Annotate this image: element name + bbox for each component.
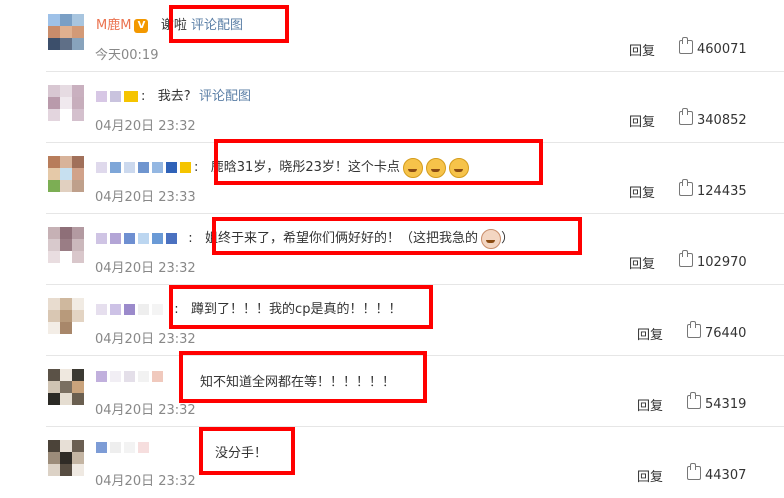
highlight-box <box>199 427 295 475</box>
thumbs-up-icon <box>679 179 693 196</box>
reply-button[interactable]: 回复 <box>637 395 663 414</box>
username-pixelated[interactable] <box>96 369 166 384</box>
thumbs-up-icon <box>687 463 701 480</box>
comment-line: : 我去? 评论配图 <box>96 85 251 104</box>
timestamp: 04月20日 23:32 <box>95 119 196 134</box>
comment-text: 我去? <box>157 89 191 104</box>
reply-button[interactable]: 回复 <box>629 111 655 130</box>
timestamp: 04月20日 23:32 <box>95 261 196 276</box>
avatar[interactable] <box>48 440 84 476</box>
reply-button[interactable]: 回复 <box>629 40 655 59</box>
like-button[interactable]: 54319 <box>687 392 747 412</box>
comment-line <box>96 369 166 384</box>
like-count: 460071 <box>697 42 747 57</box>
like-count: 76440 <box>705 326 747 341</box>
like-count: 124435 <box>697 184 747 199</box>
verified-badge-icon: V <box>134 18 149 33</box>
username-pixelated[interactable] <box>96 440 152 455</box>
reply-button[interactable]: 回复 <box>629 182 655 201</box>
avatar[interactable] <box>48 227 84 263</box>
username-pixelated[interactable] <box>96 160 194 175</box>
username-pixelated[interactable] <box>96 302 166 317</box>
thumbs-up-icon <box>679 37 693 54</box>
highlight-box <box>212 217 582 255</box>
highlight-box <box>169 285 433 329</box>
like-button[interactable]: 102970 <box>679 250 747 270</box>
thumbs-up-icon <box>687 392 701 409</box>
like-button[interactable]: 340852 <box>679 108 747 128</box>
highlight-box <box>179 351 427 403</box>
avatar[interactable] <box>48 156 84 192</box>
reply-button[interactable]: 回复 <box>637 466 663 485</box>
like-button[interactable]: 124435 <box>679 179 747 199</box>
timestamp: 04月20日 23:32 <box>95 474 196 489</box>
like-button[interactable]: 460071 <box>679 37 747 57</box>
like-count: 44307 <box>705 468 747 483</box>
like-count: 54319 <box>705 397 747 412</box>
username[interactable]: M鹿M <box>96 18 131 33</box>
avatar[interactable] <box>48 14 84 50</box>
avatar[interactable] <box>48 85 84 121</box>
thumbs-up-icon <box>679 250 693 267</box>
reply-button[interactable]: 回复 <box>629 253 655 272</box>
thumbs-up-icon <box>687 321 701 338</box>
like-count: 340852 <box>697 113 747 128</box>
timestamp: 今天00:19 <box>95 48 159 63</box>
avatar[interactable] <box>48 369 84 405</box>
like-button[interactable]: 44307 <box>687 463 747 483</box>
timestamp: 04月20日 23:33 <box>95 190 196 205</box>
comment-item: : 我去? 评论配图 04月20日 23:32 回复 340852 <box>0 71 784 143</box>
thumbs-up-icon <box>679 108 693 125</box>
comment-item: M鹿M V 谢啦 评论配图 今天00:19 回复 460071 <box>0 0 784 72</box>
comment-line <box>96 440 152 455</box>
like-count: 102970 <box>697 255 747 270</box>
like-button[interactable]: 76440 <box>687 321 747 341</box>
timestamp: 04月20日 23:32 <box>95 332 196 347</box>
highlight-box <box>169 5 289 43</box>
username-pixelated[interactable] <box>96 89 141 104</box>
avatar[interactable] <box>48 298 84 334</box>
highlight-box <box>214 139 543 185</box>
reply-button[interactable]: 回复 <box>637 324 663 343</box>
username-pixelated[interactable] <box>96 231 180 246</box>
comment-item: 没分手！ 04月20日 23:32 回复 44307 <box>0 426 784 498</box>
comment-image-link[interactable]: 评论配图 <box>199 89 251 104</box>
